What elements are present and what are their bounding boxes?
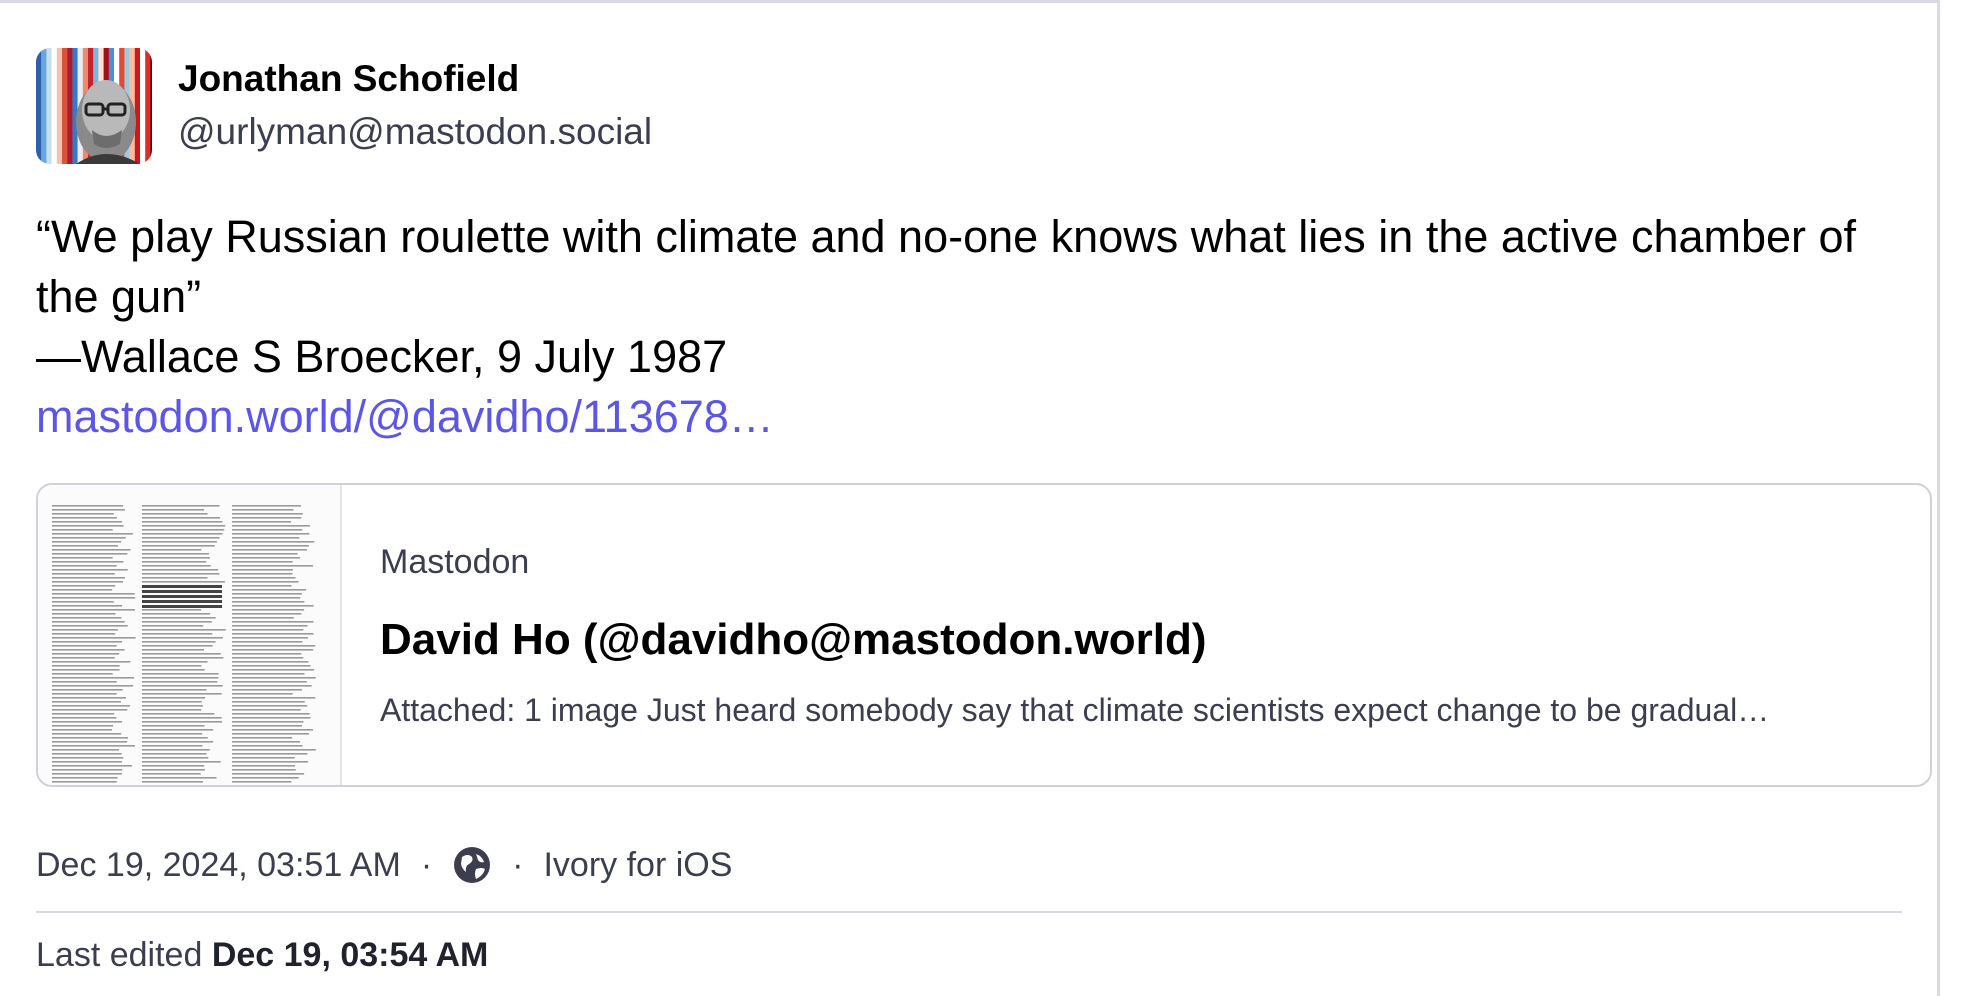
card-body: Mastodon David Ho (@davidho@mastodon.wor… bbox=[342, 485, 1769, 785]
meta-separator: · bbox=[512, 845, 524, 884]
edited-time: Dec 19, 03:54 AM bbox=[211, 936, 489, 974]
post-application[interactable]: Ivory for iOS bbox=[543, 846, 732, 885]
post-header: Jonathan Schofield @urlyman@mastodon.soc… bbox=[36, 48, 652, 164]
edit-history[interactable]: Last edited Dec 19, 03:54 AM bbox=[36, 931, 488, 979]
card-thumbnail bbox=[38, 485, 342, 785]
post-attribution: —Wallace S Broecker, 9 July 1987 bbox=[36, 331, 728, 382]
post-content: “We play Russian roulette with climate a… bbox=[36, 207, 1926, 447]
avatar[interactable] bbox=[36, 48, 152, 164]
post-detail: Jonathan Schofield @urlyman@mastodon.soc… bbox=[0, 0, 1940, 996]
post-meta: Dec 19, 2024, 03:51 AM · · Ivory for iOS bbox=[36, 845, 732, 885]
meta-separator: · bbox=[420, 845, 433, 884]
globe-icon bbox=[452, 845, 492, 885]
post-link[interactable]: mastodon.world/@davidho/113678… bbox=[36, 391, 774, 442]
divider bbox=[36, 911, 1902, 913]
card-title[interactable]: David Ho (@davidho@mastodon.world) bbox=[380, 613, 1769, 667]
post-timestamp[interactable]: Dec 19, 2024, 03:51 AM bbox=[36, 846, 401, 885]
post-quote: “We play Russian roulette with climate a… bbox=[36, 211, 1857, 322]
card-provider: Mastodon bbox=[380, 543, 530, 581]
author-display-name[interactable]: Jonathan Schofield bbox=[178, 55, 652, 103]
edited-label: Last edited bbox=[36, 936, 203, 974]
card-description: Attached: 1 image Just heard somebody sa… bbox=[380, 692, 1770, 728]
author-names: Jonathan Schofield @urlyman@mastodon.soc… bbox=[178, 55, 652, 157]
link-preview-card[interactable]: Mastodon David Ho (@davidho@mastodon.wor… bbox=[36, 483, 1932, 787]
author-handle[interactable]: @urlyman@mastodon.social bbox=[178, 107, 652, 157]
